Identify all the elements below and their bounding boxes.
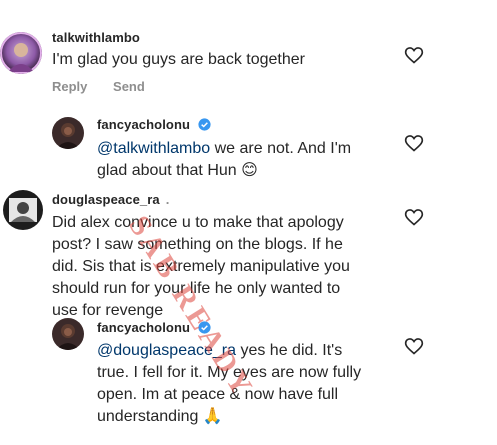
avatar[interactable] bbox=[52, 318, 84, 350]
text-line: should run for your life he only wanted … bbox=[52, 280, 341, 297]
username-suffix: . bbox=[165, 192, 170, 207]
heart-outline-icon[interactable] bbox=[403, 207, 425, 227]
comment-actions: Reply Send bbox=[52, 79, 167, 94]
comment-text: I'm glad you guys are back together bbox=[52, 51, 305, 68]
profile-photo-icon bbox=[56, 324, 80, 350]
text-segment: glad about that Hun bbox=[97, 162, 242, 179]
username-text[interactable]: douglaspeace_ra bbox=[52, 192, 160, 207]
profile-photo-icon bbox=[0, 32, 42, 74]
avatar[interactable] bbox=[52, 117, 84, 149]
text-segment: yes he did. It's bbox=[236, 342, 343, 359]
heart-outline-icon[interactable] bbox=[403, 45, 425, 65]
heart-outline-icon[interactable] bbox=[403, 336, 425, 356]
comment-username[interactable]: douglaspeace_ra. bbox=[52, 192, 169, 207]
comment-text: Did alex convince u to make that apology… bbox=[52, 212, 350, 322]
comment-username[interactable]: fancyacholonu bbox=[97, 117, 211, 132]
text-line: open. Im at peace & now have full bbox=[97, 386, 339, 403]
mention-link[interactable]: @douglaspeace_ra bbox=[97, 342, 236, 359]
heart-outline-icon[interactable] bbox=[403, 133, 425, 153]
pray-emoji-icon: 🙏 bbox=[202, 408, 223, 425]
text-line: understanding bbox=[97, 408, 203, 425]
smile-emoji-icon: 😊 bbox=[241, 162, 258, 179]
comment-text: @douglaspeace_ra yes he did. It's true. … bbox=[97, 340, 361, 428]
username-text[interactable]: fancyacholonu bbox=[97, 117, 190, 132]
comment-text: @talkwithlambo we are not. And I'm glad … bbox=[97, 138, 351, 182]
verified-badge-icon bbox=[198, 321, 211, 334]
comment-username[interactable]: fancyacholonu bbox=[97, 320, 211, 335]
avatar[interactable] bbox=[0, 32, 42, 74]
reply-button[interactable]: Reply bbox=[52, 79, 87, 94]
text-line: Did alex convince u to make that apology bbox=[52, 214, 344, 231]
send-button[interactable]: Send bbox=[113, 79, 145, 94]
text-line: post? I saw something on the blogs. If h… bbox=[52, 236, 343, 253]
text-line: use for revenge bbox=[52, 302, 164, 319]
username-text[interactable]: fancyacholonu bbox=[97, 320, 190, 335]
comment-username[interactable]: talkwithlambo bbox=[52, 30, 140, 45]
profile-photo-icon bbox=[9, 198, 37, 222]
avatar[interactable] bbox=[3, 190, 43, 230]
mention-link[interactable]: @talkwithlambo bbox=[97, 140, 210, 157]
text-line: true. I fell for it. My eyes are now ful… bbox=[97, 364, 362, 381]
text-line: did. Sis that is extremely manipulative … bbox=[52, 258, 350, 275]
profile-photo-icon bbox=[56, 123, 80, 149]
verified-badge-icon bbox=[198, 118, 211, 131]
text-segment: we are not. And I'm bbox=[210, 140, 352, 157]
